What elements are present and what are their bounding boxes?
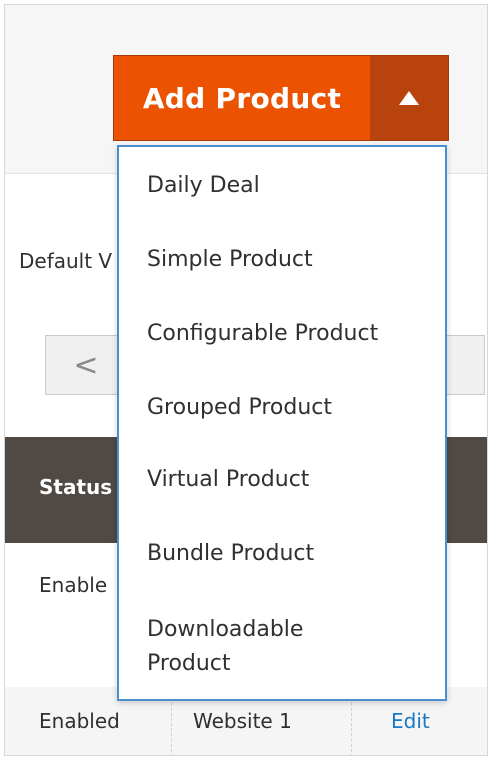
menu-item-label-line: Product: [147, 651, 231, 676]
menu-item-virtual-product[interactable]: Virtual Product: [147, 463, 309, 497]
menu-item-downloadable-product[interactable]: Downloadable Product: [147, 613, 303, 681]
menu-item-bundle-product[interactable]: Bundle Product: [147, 537, 314, 571]
row-edit-link[interactable]: Edit: [391, 709, 430, 733]
row-status: Enable: [39, 573, 108, 597]
add-product-button[interactable]: Add Product: [114, 56, 370, 140]
row-website: Website 1: [193, 709, 292, 733]
column-header-status[interactable]: Status: [39, 475, 112, 499]
store-view-scope-label[interactable]: Default V: [19, 249, 112, 273]
menu-item-daily-deal[interactable]: Daily Deal: [147, 169, 260, 203]
menu-item-label-line: Downloadable: [147, 617, 304, 642]
add-product-type-menu: Daily Deal Simple Product Configurable P…: [117, 145, 447, 701]
pager-prev-button[interactable]: <: [46, 336, 126, 394]
row-status: Enabled: [39, 709, 120, 733]
caret-up-icon: [399, 91, 419, 105]
chevron-left-icon: <: [73, 347, 99, 383]
menu-item-configurable-product[interactable]: Configurable Product: [147, 317, 378, 351]
add-product-split-button: Add Product: [113, 55, 449, 141]
admin-page: Add Product Default V < Status Enable En…: [4, 4, 488, 756]
menu-item-simple-product[interactable]: Simple Product: [147, 243, 313, 277]
add-product-toggle-button[interactable]: [370, 56, 448, 140]
menu-item-grouped-product[interactable]: Grouped Product: [147, 391, 332, 425]
